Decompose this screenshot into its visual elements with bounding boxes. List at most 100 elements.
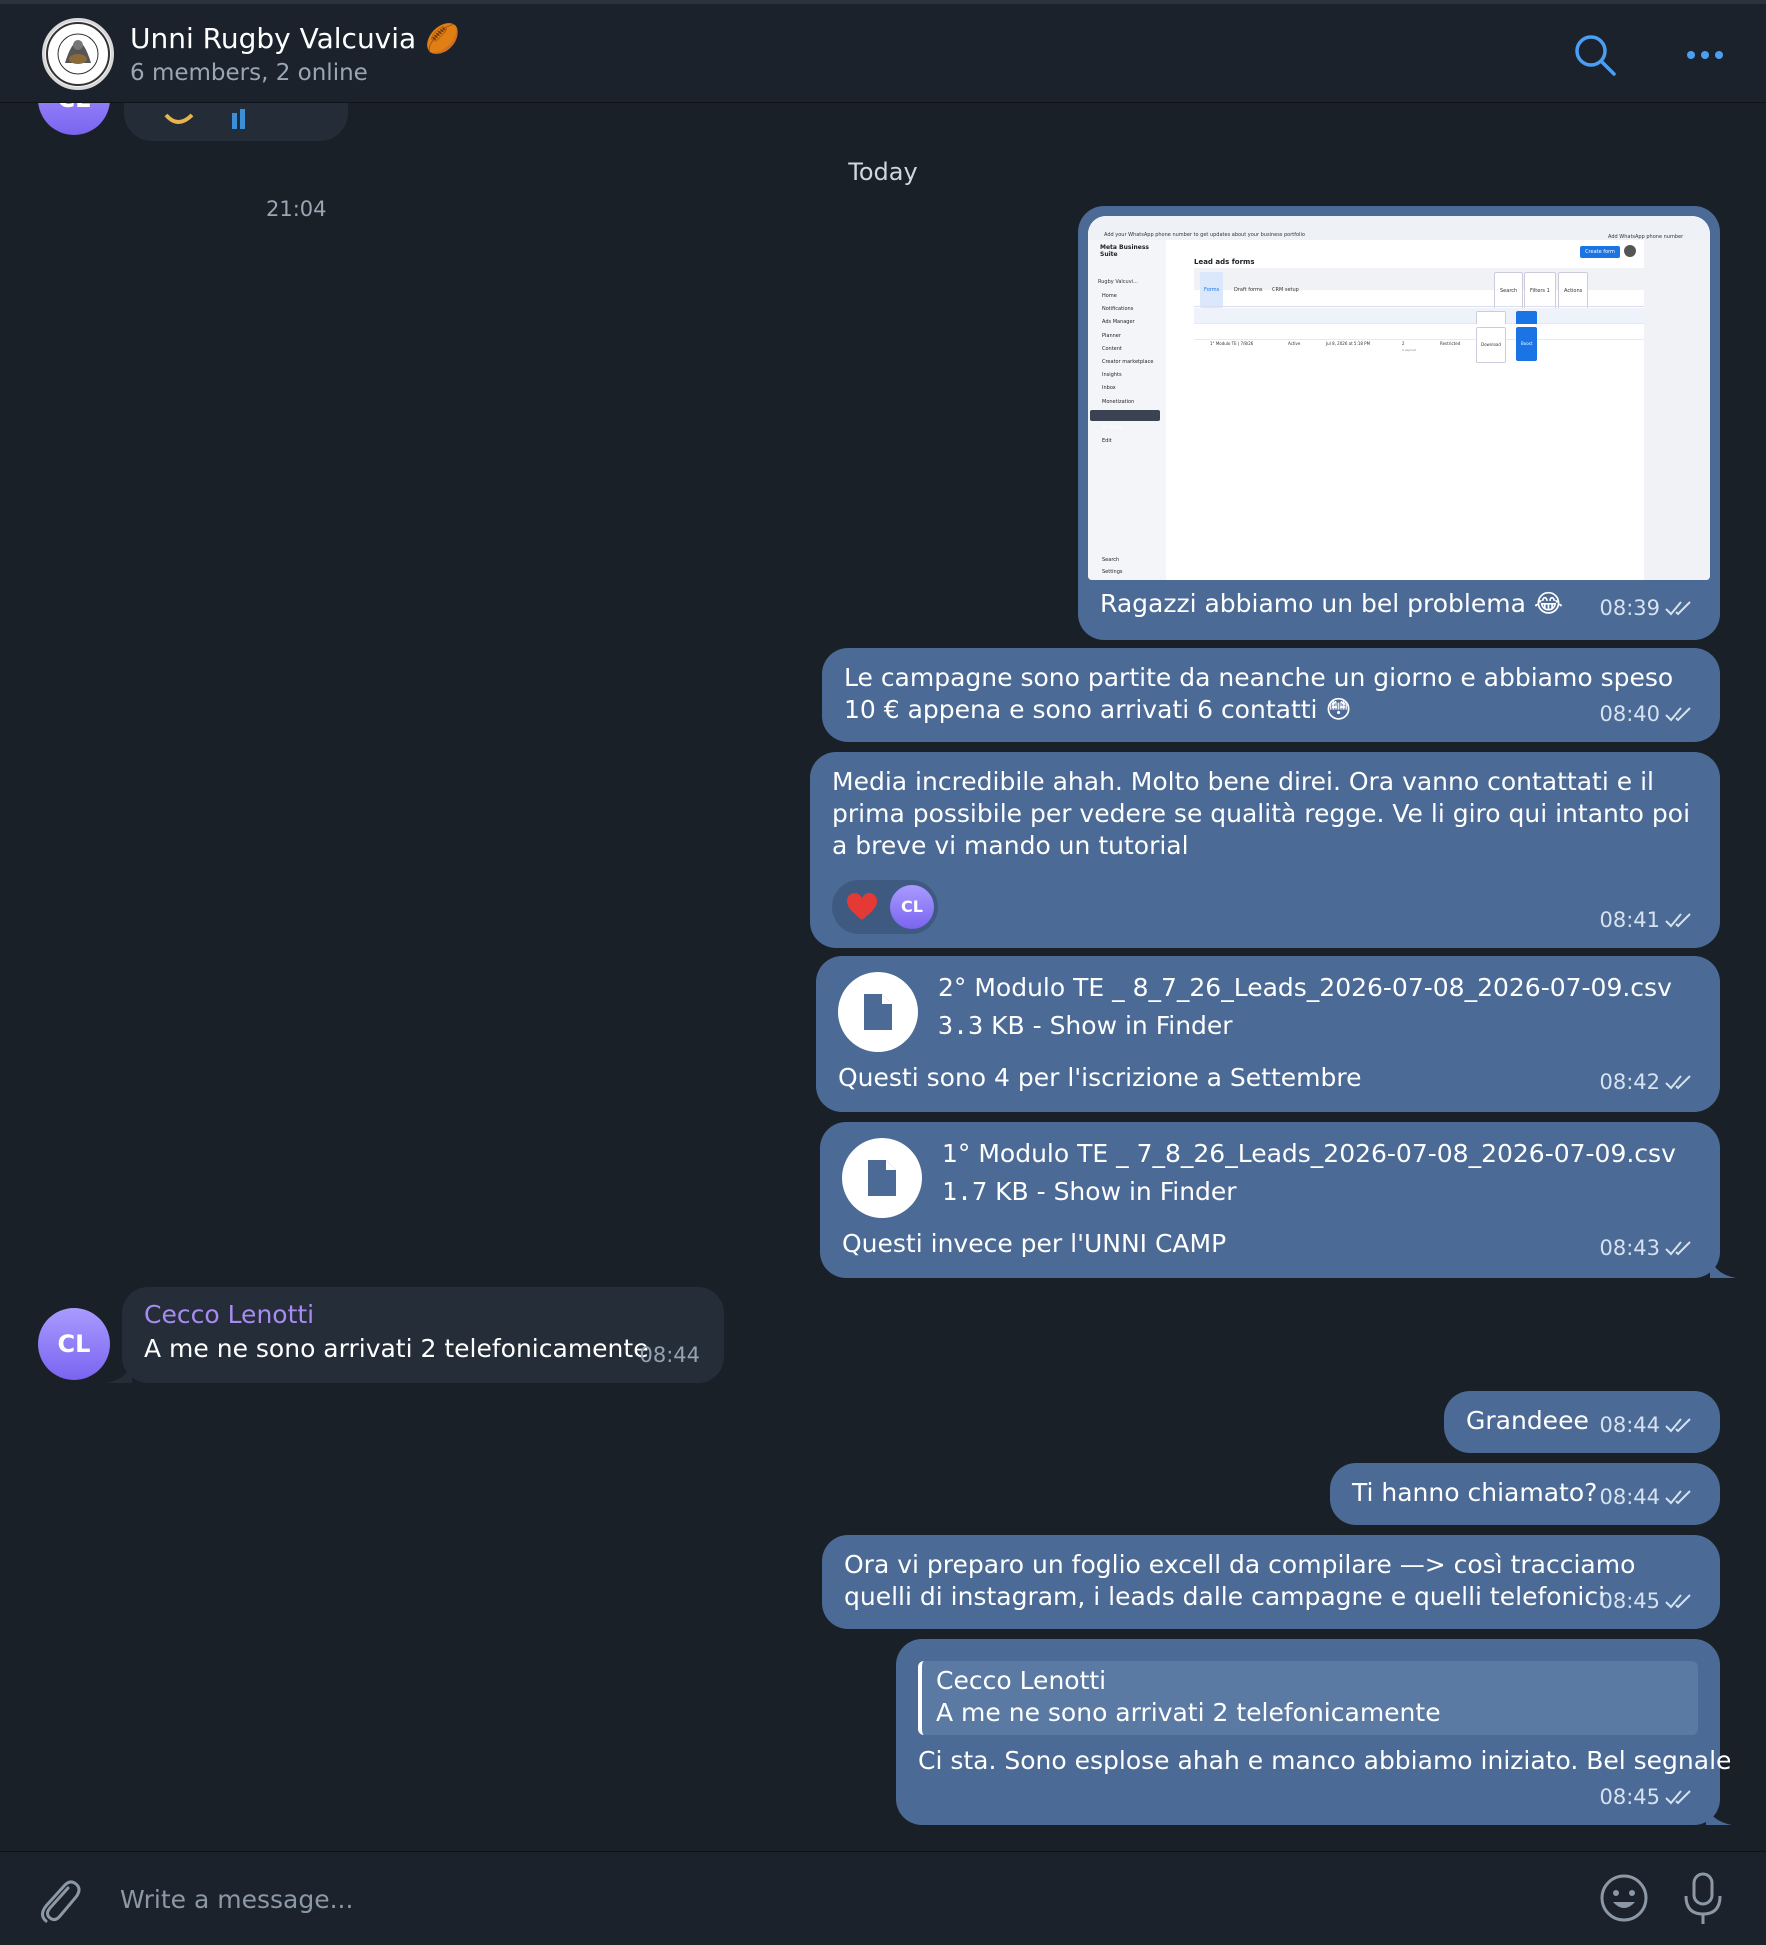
message-input[interactable] [118, 1876, 1522, 1922]
message-list[interactable]: CL 21:04 Today Add your WhatsApp phone n… [0, 103, 1766, 1851]
ss-cell: 1° Modulo TE | 7/8/26 [1210, 341, 1254, 346]
message-meta: 08:41 [1599, 904, 1696, 936]
file-icon [868, 1160, 896, 1196]
bubble-tail [106, 1361, 132, 1383]
message-bubble-incoming[interactable]: Cecco Lenotti A me ne sono arrivati 2 te… [106, 1287, 724, 1383]
double-check-icon [1665, 1594, 1691, 1609]
sender-name[interactable]: Cecco Lenotti [144, 1299, 314, 1331]
message-bubble[interactable]: Ora vi preparo un foglio excell da compi… [822, 1535, 1720, 1629]
rugby-logo-icon [46, 22, 110, 86]
message-caption: Questi sono 4 per l'iscrizione a Settemb… [838, 1063, 1362, 1092]
double-check-icon [1665, 913, 1691, 928]
photo-attachment[interactable]: Add your WhatsApp phone number to get up… [1088, 216, 1710, 580]
emoji-icon[interactable] [1598, 1872, 1650, 1924]
group-avatar[interactable] [42, 18, 114, 90]
ss-nav-item [1090, 357, 1160, 368]
more-options-icon[interactable] [1680, 30, 1730, 80]
ss-boost-button: Boost [1516, 327, 1538, 361]
message-bubble-photo[interactable]: Add your WhatsApp phone number to get up… [1078, 206, 1720, 640]
avatar[interactable]: CL [38, 1308, 110, 1380]
previous-message-bubble[interactable] [124, 103, 348, 141]
ss-nav-item [1090, 318, 1160, 329]
message-meta: 08:42 [1599, 1066, 1696, 1098]
file-download-button[interactable] [842, 1138, 922, 1218]
message-bubble[interactable]: Grandeee 08:44 [1444, 1391, 1720, 1453]
ss-nav-item [1090, 370, 1160, 381]
date-separator: Today [848, 158, 918, 186]
reply-quote[interactable]: Cecco Lenotti A me ne sono arrivati 2 te… [918, 1661, 1698, 1735]
ss-banner: Add your WhatsApp phone number to get up… [1088, 216, 1710, 245]
message-meta: 08:44 [1599, 1409, 1696, 1441]
message-time: 08:44 [639, 1343, 700, 1367]
ss-nav-label: Help [1102, 568, 1113, 580]
heart-icon [847, 893, 877, 920]
reply-quoted-text: A me ne sono arrivati 2 telefonicamente [936, 1698, 1441, 1727]
message-time: 08:44 [1599, 1413, 1660, 1437]
search-icon[interactable] [1570, 30, 1620, 80]
message-bubble[interactable]: Ti hanno chiamato? 08:44 [1330, 1463, 1720, 1525]
double-check-icon [1665, 1075, 1691, 1090]
ss-sidebar: Meta Business Suite Rugby Valcuvi... Hom… [1088, 240, 1167, 580]
reaction-avatar: CL [890, 885, 934, 929]
message-bubble[interactable]: Media incredibile ahah. Molto bene direi… [810, 752, 1720, 948]
ss-nav-item [1090, 423, 1160, 434]
file-icon [864, 994, 892, 1030]
microphone-icon[interactable] [1680, 1870, 1726, 1926]
file-size: 3.3 KB - Show in Finder [938, 1010, 1233, 1042]
message-time: 08:41 [1599, 908, 1660, 932]
file-name[interactable]: 1° Modulo TE _ 7_8_26_Leads_2026-07-08_2… [942, 1138, 1676, 1170]
message-bubble-file[interactable]: 2° Modulo TE _ 8_7_26_Leads_2026-07-08_2… [816, 956, 1720, 1112]
ss-download-button: Download [1476, 327, 1506, 363]
member-count: 6 members, 2 online [130, 60, 368, 86]
sticker-fragment-icon [164, 109, 245, 129]
message-text: A me ne sono arrivati 2 telefonicamente [144, 1334, 649, 1363]
message-time: 08:40 [1599, 702, 1660, 726]
ss-nav-item [1090, 410, 1160, 421]
paperclip-icon[interactable] [34, 1874, 82, 1926]
file-size: 1.7 KB - Show in Finder [942, 1176, 1237, 1208]
message-text: Ci sta. Sono esplose ahah e manco abbiam… [918, 1746, 1732, 1775]
message-meta: 08:44 [1599, 1481, 1696, 1513]
message-text: Le campagne sono partite da neanche un g… [844, 663, 1674, 724]
message-time: 21:04 [266, 197, 327, 221]
ss-nav-item [1090, 278, 1160, 289]
show-in-finder-link[interactable]: KB - Show in Finder [987, 1177, 1237, 1206]
ss-brand: Meta Business Suite [1100, 244, 1150, 258]
double-check-icon [1665, 1790, 1691, 1805]
reply-sender-name: Cecco Lenotti [936, 1666, 1107, 1695]
ss-profile-icon [1624, 245, 1636, 257]
message-caption: Questi invece per l'UNNI CAMP [842, 1229, 1227, 1258]
message-meta: 08:45 [1599, 1781, 1696, 1813]
ss-main: Lead ads forms Manage forms and connect … [1194, 240, 1644, 580]
double-check-icon [1665, 1241, 1691, 1256]
ss-create-button: Create form [1580, 246, 1620, 258]
message-bubble-reply[interactable]: Cecco Lenotti A me ne sono arrivati 2 te… [896, 1639, 1732, 1825]
message-meta: 08:45 [1599, 1585, 1696, 1617]
ss-cell: Jul 8, 2026 at 5:18 PM [1326, 341, 1371, 346]
message-bubble-file[interactable]: 1° Modulo TE _ 7_8_26_Leads_2026-07-08_2… [820, 1122, 1736, 1278]
message-text: Ora vi preparo un foglio excell da compi… [844, 1550, 1636, 1611]
ss-table-row [1194, 308, 1644, 324]
message-bubble[interactable]: Le campagne sono partite da neanche un g… [822, 648, 1720, 742]
message-time: 08:42 [1599, 1070, 1660, 1094]
message-time: 08:45 [1599, 1589, 1660, 1613]
chat-title[interactable]: Unni Rugby Valcuvia 🏉 [130, 22, 460, 55]
file-download-button[interactable] [838, 972, 918, 1052]
bubble-tail [1710, 1256, 1736, 1278]
reaction-chip[interactable]: CL [832, 880, 938, 934]
ss-nav-label: Edit [1102, 438, 1112, 445]
message-time: 08:44 [1599, 1485, 1660, 1509]
file-size-value: 1.7 [942, 1177, 988, 1206]
ss-table-row [1194, 324, 1644, 340]
avatar[interactable]: CL [38, 103, 110, 135]
message-time: 08:43 [1599, 1236, 1660, 1260]
chat-header: Unni Rugby Valcuvia 🏉 6 members, 2 onlin… [0, 4, 1766, 103]
ss-nav-item [1090, 397, 1160, 408]
message-text: Media incredibile ahah. Molto bene direi… [832, 767, 1691, 860]
message-time: 08:45 [1599, 1785, 1660, 1809]
file-name[interactable]: 2° Modulo TE _ 8_7_26_Leads_2026-07-08_2… [938, 972, 1672, 1004]
show-in-finder-link[interactable]: KB - Show in Finder [983, 1011, 1233, 1040]
message-time: 08:39 [1599, 596, 1660, 620]
ss-cell: Active [1288, 341, 1301, 346]
file-size-value: 3.3 [938, 1011, 984, 1040]
